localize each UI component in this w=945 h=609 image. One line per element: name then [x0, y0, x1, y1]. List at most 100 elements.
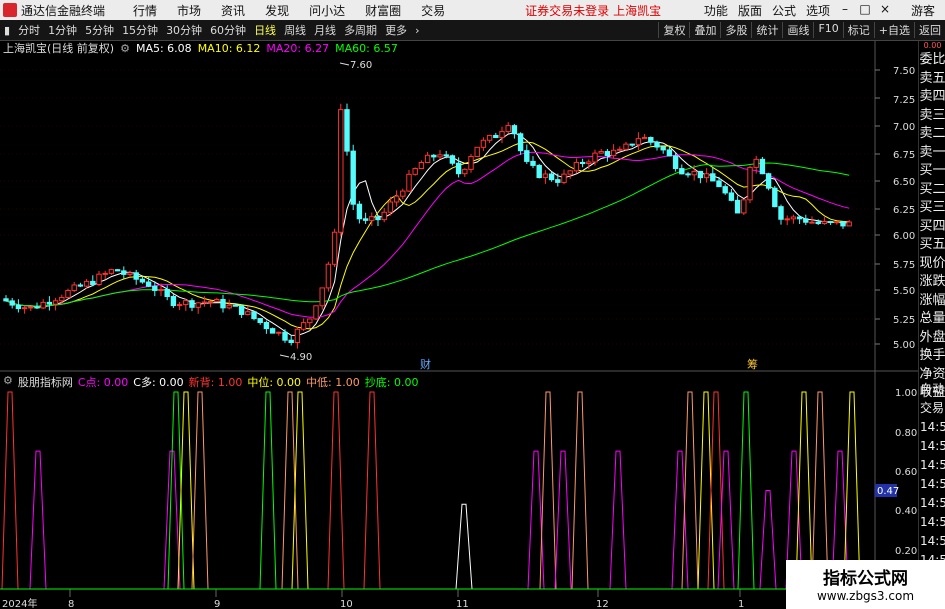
side-indicator-label[interactable]: 14:56	[919, 532, 945, 551]
side-indicator-label[interactable]: 14:56	[919, 475, 945, 494]
side-label[interactable]: 卖五	[919, 70, 945, 89]
minimize-icon[interactable]: –	[835, 2, 855, 19]
candle-body	[586, 161, 592, 165]
chip-marker[interactable]: 筹	[747, 357, 758, 371]
side-label[interactable]: 现价	[919, 255, 945, 274]
side-label[interactable]: 卖一	[919, 144, 945, 163]
menu-item-gongshi[interactable]: 公式	[767, 2, 801, 19]
indicator-spike	[259, 391, 277, 590]
mark-button[interactable]: 标记	[842, 22, 874, 38]
menu-item-xuanxiang[interactable]: 选项	[801, 2, 835, 19]
restore-icon[interactable]: □	[855, 2, 875, 19]
candle-body	[220, 299, 226, 309]
indicator-spike	[363, 391, 381, 590]
chevron-right-icon[interactable]: ›	[411, 24, 423, 37]
side-label[interactable]: 卖二	[919, 125, 945, 144]
candle-body	[418, 161, 425, 170]
menu-item-zixun[interactable]: 资讯	[211, 2, 255, 19]
add-watchlist-button[interactable]: +自选	[873, 22, 914, 38]
indicator-tick: 0.60	[895, 467, 917, 478]
candle-body	[214, 299, 220, 302]
menu-item-gongneng[interactable]: 功能	[699, 2, 733, 19]
side-label[interactable]: 买一	[919, 162, 945, 181]
trade-login-warning[interactable]: 证券交易未登录	[515, 2, 613, 19]
candle-body	[672, 155, 679, 170]
menu-item-caifuquan[interactable]: 财富圈	[355, 2, 411, 19]
menu-item-wenxiaoda[interactable]: 问小达	[299, 2, 355, 19]
candle-body	[158, 288, 164, 291]
multi-stock-button[interactable]: 多股	[720, 22, 751, 38]
menu-item-shichang[interactable]: 市场	[167, 2, 211, 19]
candle-body	[238, 305, 245, 315]
side-indicator-label[interactable]: 交易	[919, 399, 945, 418]
date-tick: 11	[456, 599, 469, 609]
side-label[interactable]: 买三	[919, 199, 945, 218]
period-1min[interactable]: 1分钟	[44, 22, 81, 38]
period-5min[interactable]: 5分钟	[81, 22, 118, 38]
period-multi[interactable]: 多周期	[340, 22, 381, 38]
side-indicator-label[interactable]: 14:56	[919, 418, 945, 437]
draw-line-button[interactable]: 画线	[782, 22, 813, 38]
period-month[interactable]: 月线	[310, 22, 340, 38]
candle-body	[524, 150, 530, 162]
menu-item-banmian[interactable]: 版面	[733, 2, 767, 19]
side-indicator-label[interactable]: 14:56	[919, 456, 945, 475]
side-label[interactable]: 买五	[919, 236, 945, 255]
candlestick-series	[3, 103, 852, 349]
stats-button[interactable]: 统计	[751, 22, 782, 38]
side-label[interactable]: 委比	[919, 51, 945, 70]
side-label[interactable]: 涨幅	[919, 292, 945, 311]
candle-body	[493, 134, 499, 139]
side-label[interactable]: 卖三	[919, 107, 945, 126]
side-label[interactable]: 总量	[919, 310, 945, 329]
period-fenshi[interactable]: 分时	[14, 22, 44, 38]
indicator-tick: 0.40	[895, 506, 917, 517]
side-label[interactable]: 外盘	[919, 329, 945, 348]
period-60min[interactable]: 60分钟	[206, 22, 250, 38]
menu-item-jiaoyi[interactable]: 交易	[411, 2, 455, 19]
period-week[interactable]: 周线	[280, 22, 310, 38]
watermark-title: 指标公式网	[823, 569, 908, 589]
date-tick: 8	[68, 599, 74, 609]
period-15min[interactable]: 15分钟	[118, 22, 162, 38]
candle-body	[803, 218, 809, 223]
period-30min[interactable]: 30分钟	[162, 22, 206, 38]
side-indicator-label[interactable]: 自动	[919, 380, 945, 399]
candle-body	[697, 170, 704, 179]
candle-body	[846, 221, 852, 227]
side-indicator-label[interactable]: 14:56	[919, 494, 945, 513]
candle-body	[474, 146, 480, 158]
side-label[interactable]: 买二	[919, 181, 945, 200]
price-tick: 7.25	[893, 95, 915, 106]
candle-body	[542, 173, 549, 179]
side-label[interactable]: 买四	[919, 218, 945, 237]
candle-body	[517, 133, 524, 152]
candle-body	[369, 216, 375, 221]
fuquan-button[interactable]: 复权	[658, 22, 689, 38]
candle-body	[666, 149, 673, 157]
candle-body	[114, 269, 121, 272]
side-label[interactable]: 涨跌	[919, 273, 945, 292]
f10-button[interactable]: F10	[813, 22, 842, 38]
indicator-spike	[554, 450, 572, 590]
price-tick: 5.50	[893, 286, 915, 297]
guest-label[interactable]: 游客	[895, 2, 945, 19]
period-day[interactable]: 日线	[250, 22, 280, 38]
period-more[interactable]: 更多	[381, 22, 411, 38]
side-indicator-label[interactable]: 14:56	[919, 513, 945, 532]
menu-item-faxian[interactable]: 发现	[255, 2, 299, 19]
menu-item-hangqing[interactable]: 行情	[123, 2, 167, 19]
finance-marker[interactable]: 财	[420, 357, 431, 371]
candle-body	[654, 141, 660, 148]
close-icon[interactable]: ×	[875, 2, 895, 19]
side-label[interactable]: 换手	[919, 347, 945, 366]
chart-area[interactable]: 7.60 4.90 财 筹 7.50 7.25 7.00 6.75 6.50 6…	[0, 41, 918, 609]
side-label[interactable]: 卖四	[919, 88, 945, 107]
candle-body	[834, 221, 840, 224]
sidebar-toggle-icon[interactable]: ▮	[0, 24, 14, 37]
indicator-name[interactable]: 股朋指标网	[18, 374, 73, 390]
settings-gear-icon[interactable]: ⚙	[3, 374, 13, 390]
side-indicator-label[interactable]: 14:56	[919, 437, 945, 456]
overlay-button[interactable]: 叠加	[689, 22, 720, 38]
back-button[interactable]: 返回	[914, 22, 945, 38]
